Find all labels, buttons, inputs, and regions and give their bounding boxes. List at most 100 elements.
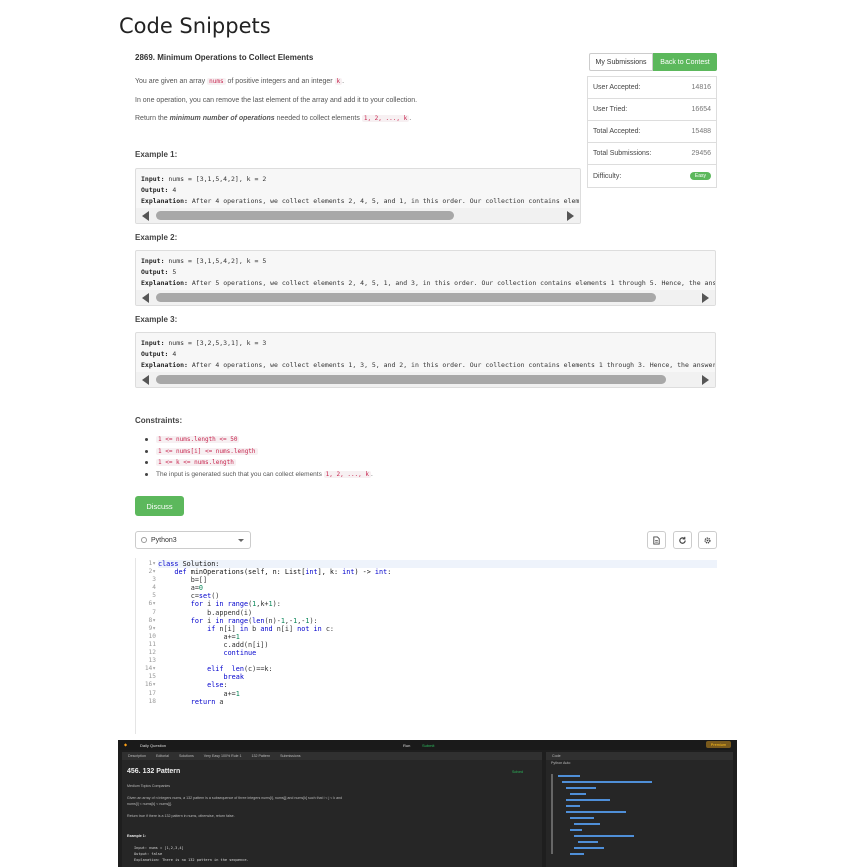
submit-button[interactable]: Submit <box>422 743 434 748</box>
value: After 5 operations, we collect elements … <box>187 279 716 287</box>
value: 4 <box>168 350 177 358</box>
inline-code: nums <box>207 78 226 85</box>
value: 4 <box>168 186 177 194</box>
problem-title: 2869. Minimum Operations to Collect Elem… <box>135 53 314 62</box>
code-line: class Solution: <box>158 560 717 569</box>
my-submissions-button[interactable]: My Submissions <box>589 53 653 71</box>
embedded-leetcode-screenshot: ◆ Daily Question Run Submit Premium Desc… <box>118 740 737 867</box>
code-content[interactable]: class Solution: def minOperations(self, … <box>158 560 717 706</box>
code-line: c=set() <box>158 592 220 601</box>
stat-label: User Tried: <box>593 106 628 113</box>
tab-solution-post[interactable]: Very Easy 100% Rule 1 <box>204 754 242 758</box>
line-number: 9▾ <box>148 624 156 632</box>
tab-submissions[interactable]: Submissions <box>280 754 300 758</box>
code-editor[interactable]: 1▾ 2▾ 3 4 5 6▾ 7 8▾ 9▾ 10 11 12 13 14▾ 15 16▾ 1… <box>135 558 717 734</box>
code-line: if n[i] in b and n[i] not in c: <box>207 624 335 633</box>
difficulty-badge: Easy <box>689 172 711 180</box>
text: . <box>371 470 373 478</box>
line-number: 13 <box>148 657 156 665</box>
stat-label: User Accepted: <box>593 84 641 91</box>
contest-stats-panel: User Accepted: 14816 User Tried: 16654 Tot… <box>587 76 717 188</box>
embedded-description-panel: Description Editorial Solutions Very Eas… <box>122 752 542 867</box>
discuss-button[interactable]: Discuss <box>135 496 184 516</box>
line-number: 18 <box>148 697 156 705</box>
example-3-text: Input: nums = [3,2,5,3,1], k = 3 Output:… <box>141 338 715 371</box>
back-to-contest-button[interactable]: Back to Contest <box>653 53 717 71</box>
scroll-left-arrow-icon[interactable] <box>142 293 149 303</box>
settings-button[interactable] <box>698 531 717 549</box>
code-line: else: <box>207 681 228 690</box>
inline-code: 1 <= k <= nums.length <box>156 459 236 466</box>
constraint-item: 1 <= nums[i] <= nums.length <box>143 446 373 458</box>
inline-code: 1, 2, ..., k <box>323 470 372 478</box>
tab-solutions[interactable]: Solutions <box>179 754 194 758</box>
tab-description[interactable]: Description <box>128 754 146 758</box>
code-line: for i in range(len(n)-1,-1,-1): <box>190 616 318 625</box>
stat-label: Total Submissions: <box>593 150 652 157</box>
text: needed to collect elements <box>274 115 362 122</box>
code-line: b=[] <box>158 576 208 585</box>
line-number: 3 <box>152 576 156 584</box>
embedded-code-toolbar: Python Auto <box>551 761 570 765</box>
embedded-auto[interactable]: Auto <box>563 761 570 765</box>
line-number: 16▾ <box>144 681 156 689</box>
label: Input: <box>141 257 165 265</box>
run-button[interactable]: Run <box>403 743 410 748</box>
text: of positive integers and an integer <box>225 78 335 85</box>
language-select[interactable]: Python3 <box>135 531 251 549</box>
label: Output: <box>141 350 169 358</box>
horizontal-scrollbar[interactable] <box>136 208 580 223</box>
solved-badge: Solved <box>512 770 523 774</box>
line-number: 17 <box>148 689 156 697</box>
embedded-example-input: Input: nums = [1,2,3,4] <box>134 846 184 850</box>
line-number: 10 <box>148 632 156 640</box>
premium-button[interactable]: Premium <box>705 741 731 748</box>
stat-total-submissions: Total Submissions: 29456 <box>588 143 716 165</box>
horizontal-scrollbar[interactable] <box>136 290 715 305</box>
embedded-language[interactable]: Python <box>551 761 562 765</box>
line-number: 6▾ <box>148 600 156 608</box>
embedded-tags: Medium Topics Companies <box>127 784 171 788</box>
constraint-item: 1 <= nums.length <= 50 <box>143 434 373 446</box>
value: After 4 operations, we collect elements … <box>187 197 580 205</box>
scroll-left-arrow-icon[interactable] <box>142 211 149 221</box>
stat-user-accepted: User Accepted: 14816 <box>588 77 716 99</box>
value: nums = [3,2,5,3,1], k = 3 <box>164 339 267 347</box>
example-2-label: Example 2: <box>135 233 178 242</box>
scroll-thumb[interactable] <box>156 211 454 220</box>
scroll-right-arrow-icon[interactable] <box>567 211 574 221</box>
language-value: Python3 <box>151 536 177 544</box>
label: Input: <box>141 175 165 183</box>
tab-132-pattern[interactable]: 132 Pattern <box>252 754 271 758</box>
example-2-text: Input: nums = [3,1,5,4,2], k = 5 Output:… <box>141 256 716 289</box>
line-number: 11 <box>148 640 156 648</box>
label: Explanation: <box>141 361 188 369</box>
embedded-desc: Return true if there is a 132 pattern in… <box>127 814 235 818</box>
code-line: for i in range(1,k+1): <box>190 600 281 609</box>
value: nums = [3,1,5,4,2], k = 5 <box>164 257 267 265</box>
tab-code[interactable]: Code <box>552 754 561 758</box>
constraint-item: 1 <= k <= nums.length <box>143 457 373 469</box>
horizontal-scrollbar[interactable] <box>136 372 715 387</box>
code-line: elif len(c)==k: <box>207 665 273 674</box>
example-3-label: Example 3: <box>135 315 178 324</box>
line-number-gutter: 1▾ 2▾ 3 4 5 6▾ 7 8▾ 9▾ 10 11 12 13 14▾ 15 16▾ 1… <box>136 560 156 706</box>
daily-question-label: Daily Question <box>140 743 167 748</box>
reset-button[interactable] <box>673 531 692 549</box>
scroll-left-arrow-icon[interactable] <box>142 375 149 385</box>
scroll-thumb[interactable] <box>156 375 666 384</box>
text: . <box>409 115 412 122</box>
scroll-thumb[interactable] <box>156 293 656 302</box>
file-button[interactable] <box>647 531 666 549</box>
scroll-right-arrow-icon[interactable] <box>702 375 709 385</box>
value: nums = [3,1,5,4,2], k = 2 <box>164 175 267 183</box>
constraint-item: The input is generated such that you can… <box>143 469 373 481</box>
file-icon <box>653 535 660 545</box>
chevron-down-icon <box>238 539 244 542</box>
refresh-icon <box>679 536 686 544</box>
label: Input: <box>141 339 165 347</box>
stat-label: Total Accepted: <box>593 128 641 135</box>
scroll-right-arrow-icon[interactable] <box>702 293 709 303</box>
tab-editorial[interactable]: Editorial <box>156 754 169 758</box>
inline-code: 1 <= nums.length <= 50 <box>156 436 240 443</box>
